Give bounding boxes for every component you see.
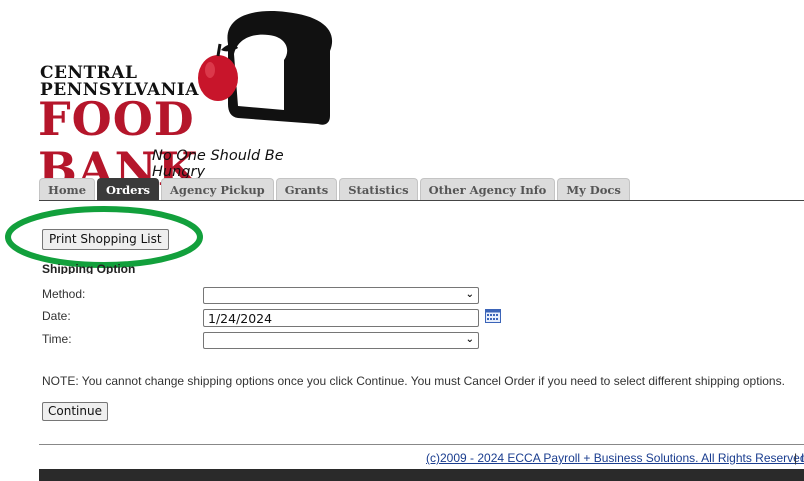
time-select[interactable]: ⌄ [203, 332, 479, 349]
tab-orders[interactable]: Orders [97, 178, 159, 201]
time-label: Time: [42, 332, 72, 346]
food-bank-logo: CENTRAL PENNSYLVANIA FOOD BANK No One Sh… [38, 6, 338, 194]
shipping-option-heading: Shipping Option [42, 262, 136, 274]
tab-agency-pickup[interactable]: Agency Pickup [161, 178, 274, 201]
date-label: Date: [42, 309, 71, 323]
tab-home[interactable]: Home [39, 178, 96, 201]
method-select[interactable]: ⌄ [203, 287, 479, 304]
main-nav-tabs: Home Orders Agency Pickup Grants Statist… [39, 178, 630, 201]
print-shopping-list-button[interactable]: Print Shopping List [42, 229, 169, 250]
logo-tagline: No One Should Be Hungry [152, 148, 284, 180]
footer-separator: | [794, 451, 798, 465]
chevron-down-icon: ⌄ [465, 334, 474, 345]
tab-statistics[interactable]: Statistics [339, 178, 418, 201]
date-input[interactable] [203, 309, 479, 327]
tab-grants[interactable]: Grants [275, 178, 338, 201]
tab-my-docs[interactable]: My Docs [557, 178, 630, 201]
calendar-icon[interactable] [485, 309, 501, 323]
chevron-down-icon: ⌄ [465, 289, 474, 300]
bottom-bar [39, 469, 804, 481]
footer-divider [39, 444, 804, 445]
shipping-note: NOTE: You cannot change shipping options… [42, 374, 785, 388]
method-label: Method: [42, 287, 86, 301]
continue-button[interactable]: Continue [42, 402, 108, 421]
tab-divider [39, 200, 804, 201]
copyright-link[interactable]: (c)2009 - 2024 ECCA Payroll + Business S… [426, 451, 804, 465]
tab-other-agency-info[interactable]: Other Agency Info [419, 178, 556, 201]
